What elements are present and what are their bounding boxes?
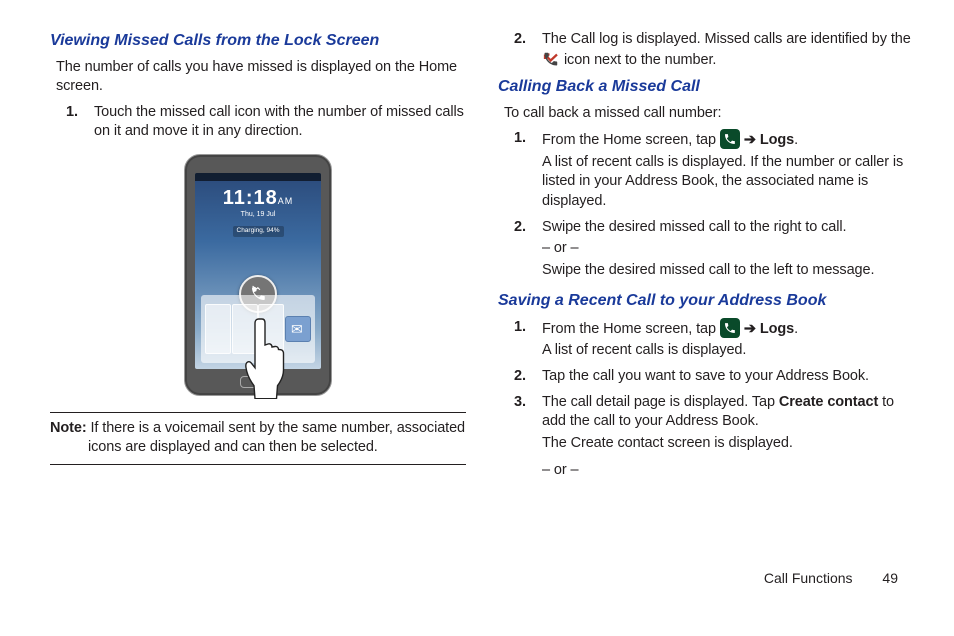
steps-save: From the Home screen, tap ➔ Logs. A list… bbox=[528, 318, 914, 481]
step-create-contact: The call detail page is displayed. Tap C… bbox=[528, 393, 914, 481]
ampm-text: AM bbox=[278, 196, 294, 206]
text-swipe-right: Swipe the desired missed call to the rig… bbox=[542, 219, 846, 235]
widget-slot bbox=[232, 304, 258, 354]
step-tap-call: Tap the call you want to save to your Ad… bbox=[528, 367, 914, 387]
logs-label: Logs bbox=[760, 132, 794, 148]
steps-callback: From the Home screen, tap ➔ Logs. A list… bbox=[528, 129, 914, 280]
phone-screen: 11:18AM Thu, 19 Jul Charging, 94% bbox=[195, 173, 321, 369]
steps-left: Touch the missed call icon with the numb… bbox=[80, 103, 466, 142]
right-column: The Call log is displayed. Missed calls … bbox=[498, 30, 914, 570]
note-label: Note: bbox=[50, 420, 87, 436]
missed-call-icon bbox=[542, 50, 560, 68]
text-part: icon next to the number. bbox=[564, 52, 716, 68]
text-part: From the Home screen, tap bbox=[542, 321, 720, 337]
step-call-log-displayed: The Call log is displayed. Missed calls … bbox=[528, 30, 914, 70]
footer-section: Call Functions bbox=[764, 570, 853, 586]
left-column: Viewing Missed Calls from the Lock Scree… bbox=[50, 30, 466, 570]
time-text: 11:18 bbox=[223, 187, 278, 209]
text-part: The Call log is displayed. Missed calls … bbox=[542, 31, 911, 47]
charge-text: Charging, 94% bbox=[233, 226, 284, 237]
phone-app-icon bbox=[720, 318, 740, 338]
sub-list-displayed: A list of recent calls is displayed. bbox=[542, 341, 914, 361]
heading-saving-recent: Saving a Recent Call to your Address Boo… bbox=[498, 290, 914, 312]
note-rule-bottom bbox=[50, 464, 466, 465]
status-bar bbox=[195, 173, 321, 181]
page-footer: Call Functions 49 bbox=[0, 570, 954, 586]
widget-slot bbox=[205, 304, 231, 354]
note-rule-top bbox=[50, 412, 466, 413]
lock-carousel bbox=[201, 295, 315, 363]
phone-frame: 11:18AM Thu, 19 Jul Charging, 94% bbox=[184, 154, 332, 396]
steps-continued: The Call log is displayed. Missed calls … bbox=[528, 30, 914, 70]
lock-clock: 11:18AM Thu, 19 Jul Charging, 94% bbox=[195, 185, 321, 239]
phone-app-icon bbox=[720, 129, 740, 149]
sub-list-displayed: A list of recent calls is displayed. If … bbox=[542, 153, 914, 212]
para-callback: To call back a missed call number: bbox=[504, 104, 914, 124]
step-touch-icon: Touch the missed call icon with the numb… bbox=[80, 103, 466, 142]
note-voicemail: Note: If there is a voicemail sent by th… bbox=[50, 419, 466, 458]
step-save-tap-logs: From the Home screen, tap ➔ Logs. A list… bbox=[528, 318, 914, 361]
step-swipe: Swipe the desired missed call to the rig… bbox=[528, 218, 914, 281]
sub-create-screen: The Create contact screen is displayed. bbox=[542, 434, 914, 454]
home-button bbox=[240, 376, 276, 388]
camera-shortcut-icon bbox=[285, 316, 311, 342]
arrow-icon: ➔ bbox=[744, 321, 756, 337]
text-part: From the Home screen, tap bbox=[542, 132, 720, 148]
text-part: The call detail page is displayed. Tap bbox=[542, 394, 779, 410]
arrow-icon: ➔ bbox=[744, 132, 756, 148]
heading-viewing-missed: Viewing Missed Calls from the Lock Scree… bbox=[50, 30, 466, 52]
step-tap-logs: From the Home screen, tap ➔ Logs. A list… bbox=[528, 129, 914, 211]
figure-lockscreen: 11:18AM Thu, 19 Jul Charging, 94% bbox=[50, 154, 466, 396]
page-columns: Viewing Missed Calls from the Lock Scree… bbox=[0, 0, 954, 570]
date-text: Thu, 19 Jul bbox=[195, 210, 321, 219]
page-number: 49 bbox=[882, 570, 898, 586]
logs-label: Logs bbox=[760, 321, 794, 337]
text-swipe-left: Swipe the desired missed call to the lef… bbox=[542, 261, 914, 281]
or-text: – or – bbox=[542, 239, 914, 259]
heading-calling-back: Calling Back a Missed Call bbox=[498, 76, 914, 98]
widget-slot bbox=[258, 304, 284, 354]
para-intro-left: The number of calls you have missed is d… bbox=[56, 58, 466, 97]
create-contact-label: Create contact bbox=[779, 394, 878, 410]
or-text: – or – bbox=[542, 461, 914, 481]
note-text: If there is a voicemail sent by the same… bbox=[88, 420, 465, 456]
